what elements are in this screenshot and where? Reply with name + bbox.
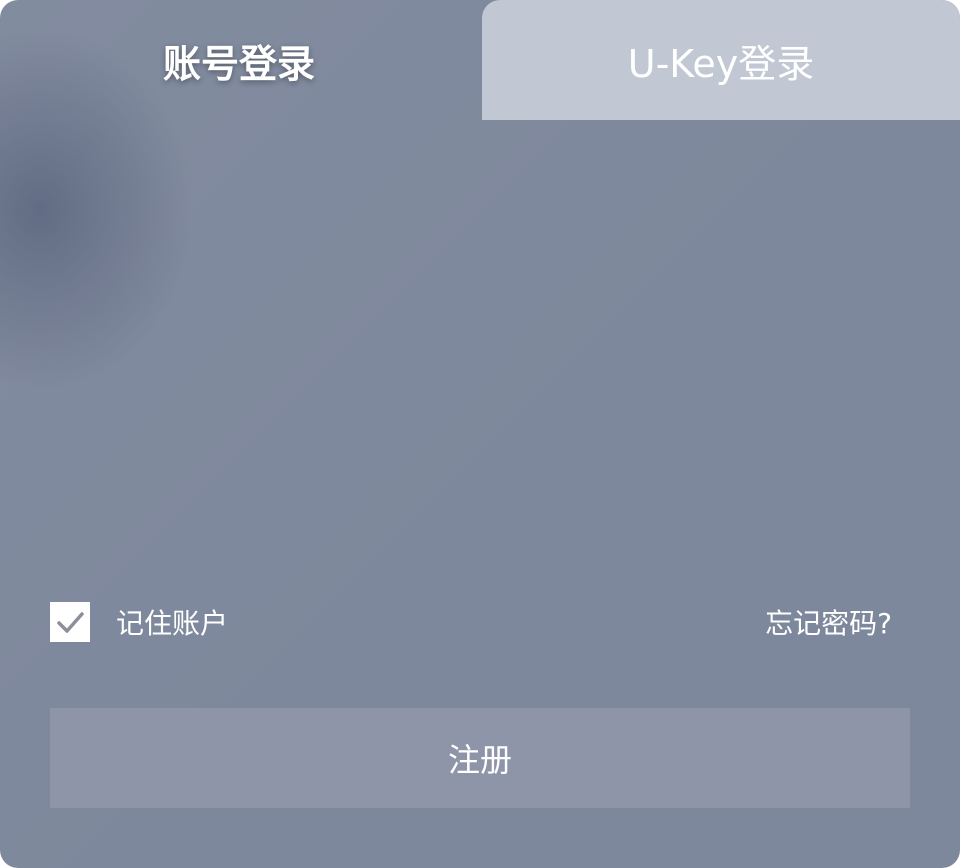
checkmark-icon (57, 612, 84, 633)
login-panel: 账号登录 U-Key登录 记住账户 忘记密码? 注册 (0, 0, 960, 868)
tab-ukey-login-label: U-Key登录 (627, 41, 815, 86)
register-button[interactable]: 注册 (50, 708, 910, 808)
remember-account[interactable]: 记住账户 (50, 602, 228, 642)
forgot-password-link[interactable]: 忘记密码? (765, 602, 892, 646)
tab-account-login[interactable]: 账号登录 (0, 0, 478, 120)
remember-account-label: 记住账户 (116, 607, 229, 640)
tab-account-login-label: 账号登录 (162, 41, 315, 86)
tab-ukey-login[interactable]: U-Key登录 (482, 0, 960, 120)
register-button-label: 注册 (447, 741, 512, 779)
remember-account-checkbox[interactable] (50, 602, 90, 642)
